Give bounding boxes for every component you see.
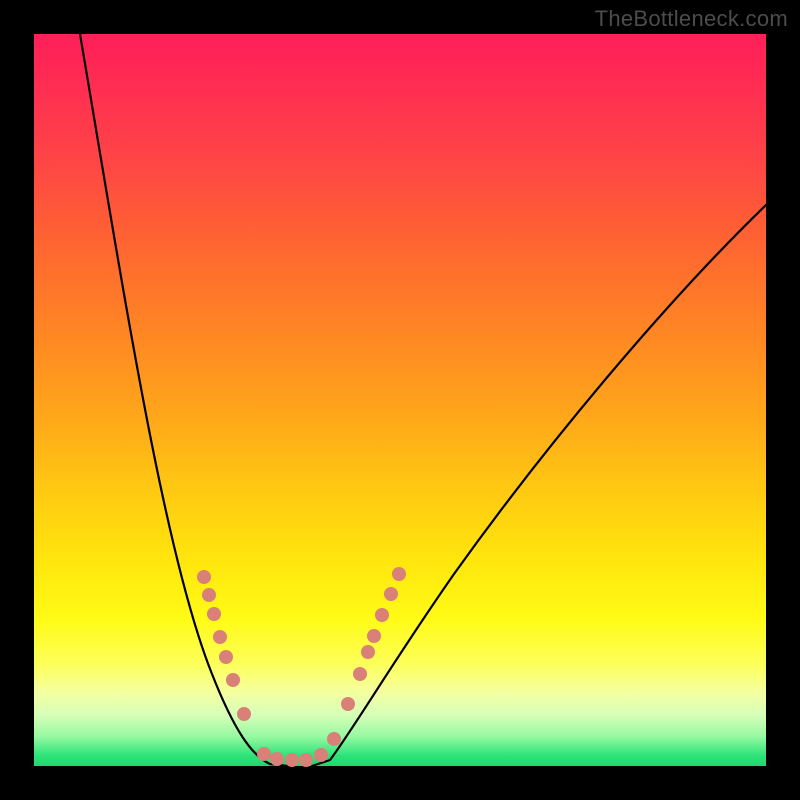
data-dot	[375, 608, 389, 622]
data-dot	[314, 748, 328, 762]
data-dot	[353, 667, 367, 681]
chart-frame: TheBottleneck.com	[0, 0, 800, 800]
watermark-text: TheBottleneck.com	[595, 6, 788, 32]
data-dot	[299, 753, 313, 767]
data-dot	[226, 673, 240, 687]
plot-area	[34, 34, 766, 766]
data-dot	[197, 570, 211, 584]
chart-svg	[34, 34, 766, 766]
data-dot	[213, 630, 227, 644]
data-dot	[367, 629, 381, 643]
data-dot	[237, 707, 251, 721]
data-dot	[202, 588, 216, 602]
data-dot	[327, 732, 341, 746]
data-dot	[361, 645, 375, 659]
data-dot	[219, 650, 233, 664]
data-dot	[341, 697, 355, 711]
data-dot	[257, 747, 271, 761]
data-dot	[285, 753, 299, 767]
data-dot	[207, 607, 221, 621]
curve-left	[80, 34, 288, 766]
data-dot	[392, 567, 406, 581]
data-dot	[384, 587, 398, 601]
dots-group	[197, 567, 406, 767]
data-dot	[270, 752, 284, 766]
curve-right	[312, 205, 766, 766]
